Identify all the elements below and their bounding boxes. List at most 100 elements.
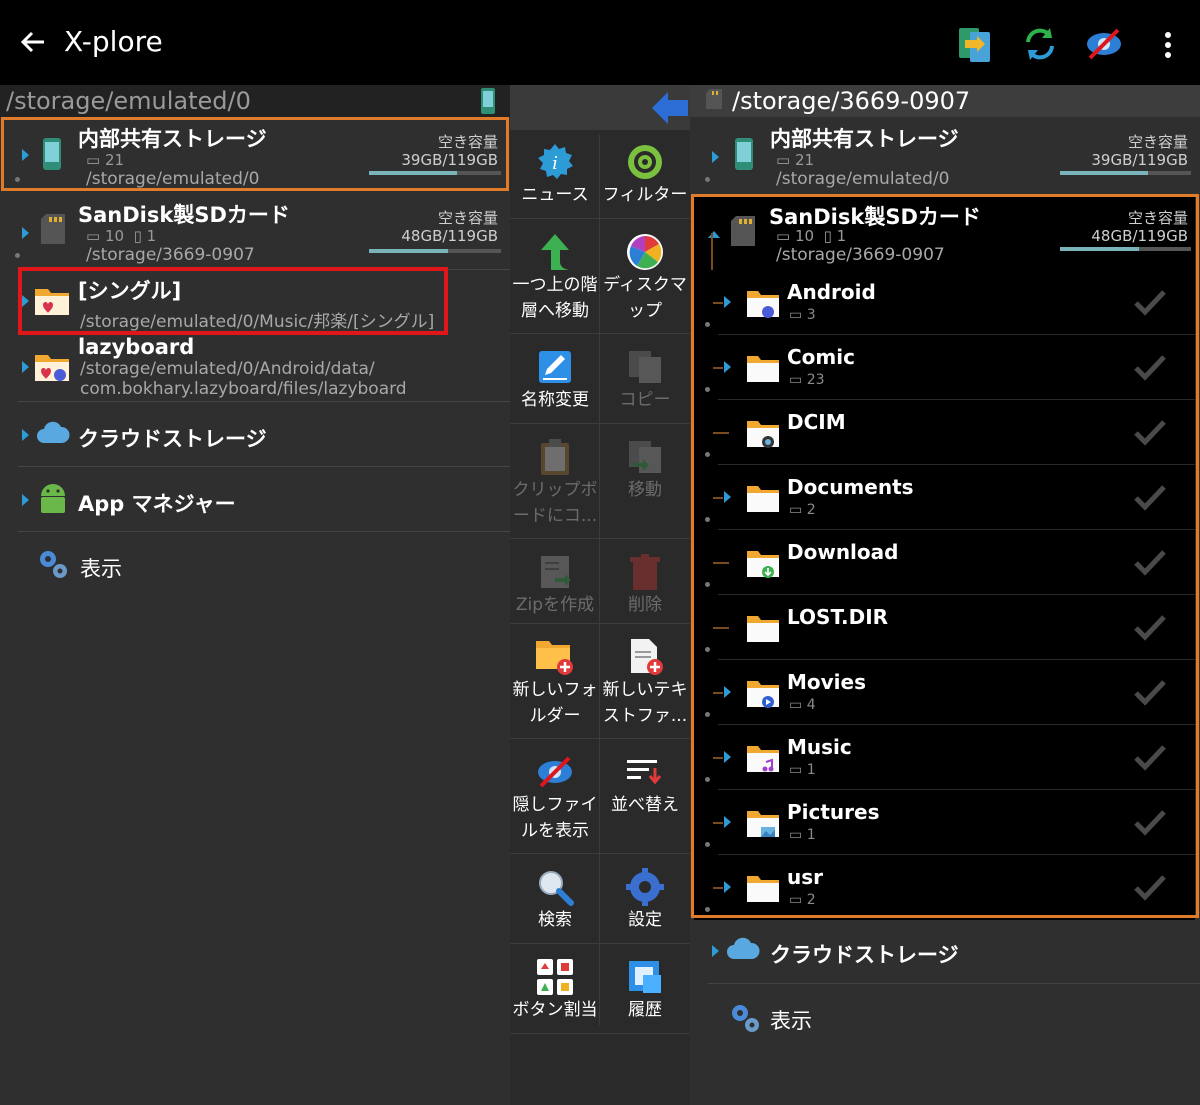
expand-arrow-icon[interactable] (712, 945, 719, 957)
left-pane[interactable]: /storage/emulated/0 内部共有ストレージ ▭ 21 /stor… (0, 85, 510, 1105)
new-folder-icon (535, 637, 575, 677)
right-pane[interactable]: /storage/3669-0907 内部共有ストレージ ▭ 21 /stora… (690, 85, 1200, 1105)
cloud-storage[interactable]: クラウドストレージ (0, 403, 510, 467)
display-settings[interactable]: 表示 (690, 985, 1200, 1049)
usage-bar-fill (369, 249, 449, 253)
tool-label: フィルター (601, 182, 689, 208)
hidden-files-icon (535, 752, 575, 792)
gears-icon (36, 547, 70, 581)
news-info-icon: i (535, 142, 575, 182)
storage-sdcard[interactable]: SanDisk製SDカード ▭ 10 ▯ 1 /storage/3669-090… (0, 193, 510, 269)
tool-settings-gear[interactable]: 設定 (601, 867, 689, 933)
tool-label: 移動 (601, 477, 689, 503)
move-icon (625, 437, 665, 477)
tool-label: 設定 (601, 907, 689, 933)
tool-label-line1: 検索 (538, 910, 572, 930)
tool-panel: i ニュース フィルター一つ上の階層へ移動 ディスクマ ップ 名称変更 コピークリップボ ード… (510, 85, 690, 1105)
tool-label-line1: 履歴 (628, 1000, 662, 1020)
tool-label-line1: 一つ上の階 (512, 275, 598, 295)
copy-to-device-icon[interactable] (955, 24, 995, 64)
tool-label-line1: ニュース (521, 185, 589, 205)
phone-storage-icon (734, 137, 754, 171)
more-options-icon[interactable] (1164, 30, 1172, 60)
tool-sort[interactable]: 並べ替え (601, 752, 689, 818)
tool-row-divider (510, 218, 690, 219)
count-value: 21 (794, 151, 815, 169)
cloud-storage[interactable]: クラウドストレージ (690, 921, 1200, 983)
tool-filter[interactable]: フィルター (601, 142, 689, 208)
usage-bar (369, 249, 501, 253)
divider (708, 983, 1200, 984)
free-space-label: 空き容量 (1127, 133, 1188, 151)
tool-label-line2: 層へ移動 (521, 301, 589, 321)
clipboard-icon (535, 437, 575, 477)
storage-name: SanDisk製SDカード (78, 203, 290, 227)
app-title: X-plore (64, 25, 163, 58)
folder-count: ▭ 21 (776, 151, 815, 169)
tool-row-divider (510, 738, 690, 739)
favorite-lazyboard[interactable]: lazyboard /storage/emulated/0/Android/da… (0, 333, 510, 401)
tool-label-line2: ルダー (529, 706, 581, 726)
mid-header (510, 85, 690, 130)
tool-new-folder[interactable]: 新しいフォ ルダー (511, 637, 599, 729)
tool-search[interactable]: 検索 (511, 867, 599, 933)
folder-count: ▭ 10 ▯ 1 (86, 227, 157, 245)
tool-disk-map[interactable]: ディスクマ ップ (601, 232, 689, 324)
filter-icon (625, 142, 665, 182)
right-path-bar: /storage/3669-0907 (690, 85, 1200, 117)
storage-internal[interactable]: 内部共有ストレージ ▭ 21 /storage/emulated/0 空き容量 … (690, 117, 1200, 193)
tool-clipboard[interactable]: クリップボ ードにコ... (511, 437, 599, 529)
expand-arrow-icon[interactable] (22, 494, 29, 506)
display-settings[interactable]: 表示 (0, 533, 510, 597)
app-manager-label: App マネジャー (78, 492, 236, 516)
settings-gear-icon (625, 867, 665, 907)
tool-copy[interactable]: コピー (601, 347, 689, 413)
tool-zip[interactable]: Zipを作成 (511, 552, 599, 618)
tool-rename[interactable]: 名称変更 (511, 347, 599, 413)
tool-label-line1: 隠しファイ (512, 795, 598, 815)
android-icon (38, 482, 68, 514)
free-space-label: 空き容量 (437, 209, 498, 227)
expand-arrow-icon[interactable] (712, 151, 719, 163)
tool-new-text-file[interactable]: 新しいテキ ストファ... (601, 637, 689, 729)
app-manager[interactable]: App マネジャー (0, 468, 510, 532)
storage-path: /storage/3669-0907 (86, 245, 255, 265)
tool-button-assign[interactable]: ボタン割当 (511, 957, 599, 1023)
free-space-value: 39GB/119GB (1091, 151, 1188, 169)
display-label: 表示 (770, 1009, 812, 1033)
expand-arrow-icon[interactable] (22, 429, 29, 441)
display-label: 表示 (80, 557, 122, 581)
cloud-label: クラウドストレージ (770, 943, 959, 967)
tool-move[interactable]: 移動 (601, 437, 689, 503)
tool-column-divider (599, 135, 600, 1025)
tool-hidden-files[interactable]: 隠しファイ ルを表示 (511, 752, 599, 844)
hidden-files-icon[interactable] (1084, 24, 1124, 64)
copy-direction-arrow-icon[interactable] (650, 90, 688, 126)
sync-icon[interactable] (1020, 24, 1060, 64)
tool-label: ボタン割当 (511, 997, 599, 1023)
tool-label-line2: ストファ... (602, 706, 688, 726)
storage-name: 内部共有ストレージ (770, 127, 959, 151)
tool-history[interactable]: 履歴 (601, 957, 689, 1023)
tool-up-arrow[interactable]: 一つ上の階 層へ移動 (511, 232, 599, 324)
expand-arrow-icon[interactable] (22, 361, 29, 373)
tool-label: 削除 (601, 592, 689, 618)
tool-label-line1: コピー (619, 390, 671, 410)
expand-arrow-icon[interactable] (22, 227, 29, 239)
cloud-icon (36, 421, 70, 445)
storage-path: /storage/emulated/0 (776, 169, 950, 189)
back-arrow-icon[interactable] (18, 25, 48, 59)
search-icon (535, 867, 575, 907)
tool-row-divider (510, 853, 690, 854)
selection-highlight (691, 194, 1199, 918)
tool-news-info[interactable]: i ニュース (511, 142, 599, 208)
tree-dot (705, 177, 710, 182)
zip-icon (535, 552, 575, 592)
tool-label-line1: ディスクマ (603, 275, 687, 295)
tool-label-line1: クリップボ (512, 480, 598, 500)
copy-icon (625, 347, 665, 387)
left-path: /storage/emulated/0 (6, 87, 251, 115)
tool-label: 新しいフォ ルダー (511, 677, 599, 729)
tool-trash[interactable]: 削除 (601, 552, 689, 618)
gears-icon (728, 1001, 762, 1035)
